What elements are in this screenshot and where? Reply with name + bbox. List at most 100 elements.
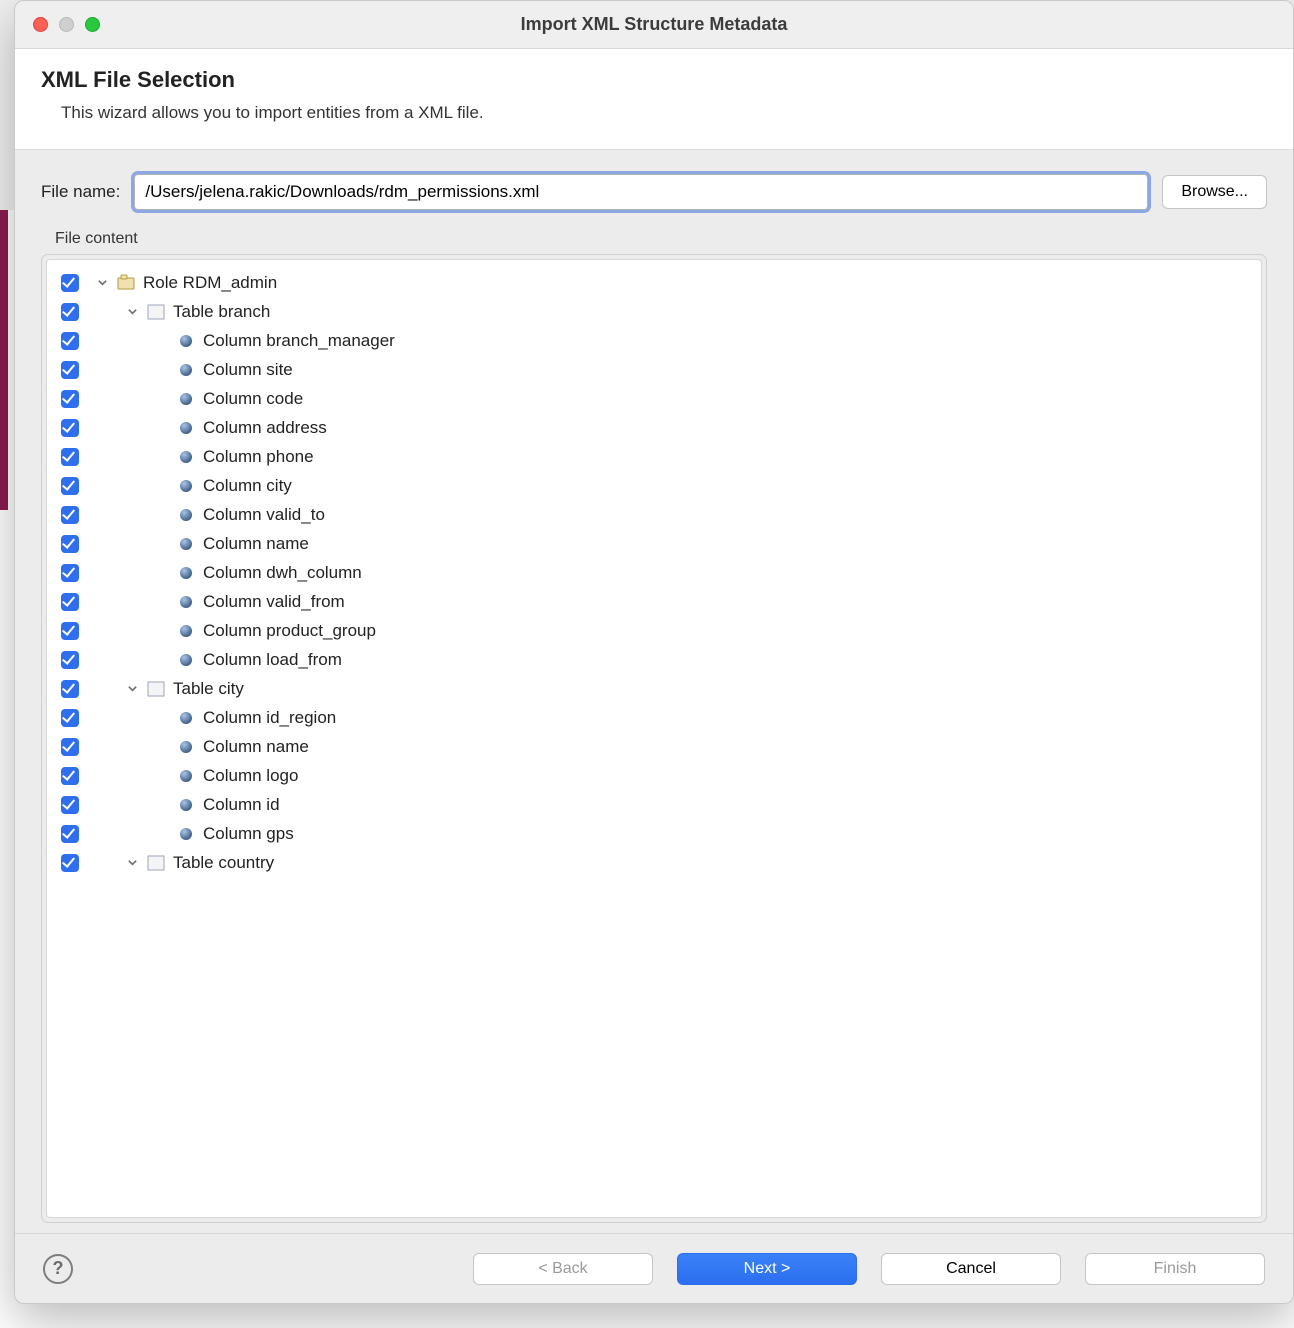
tree-row[interactable]: Column id (57, 790, 1251, 819)
tree-label: Column gps (203, 824, 294, 844)
column-icon (177, 593, 195, 611)
tree-label: Table city (173, 679, 244, 699)
tree-row[interactable]: Column site (57, 355, 1251, 384)
window-controls (33, 17, 100, 32)
tree-row[interactable]: Column address (57, 413, 1251, 442)
help-button[interactable]: ? (43, 1254, 73, 1284)
expander-icon[interactable] (125, 856, 139, 870)
column-icon (177, 825, 195, 843)
file-content-label: File content (55, 230, 1267, 248)
tree-row[interactable]: Column phone (57, 442, 1251, 471)
tree-checkbox[interactable] (61, 332, 79, 350)
tree-label: Column dwh_column (203, 563, 362, 583)
back-button[interactable]: < Back (473, 1253, 653, 1285)
tree-label: Column branch_manager (203, 331, 395, 351)
tree-label: Column code (203, 389, 303, 409)
tree-checkbox[interactable] (61, 593, 79, 611)
expander-placeholder (155, 624, 169, 638)
wizard-description: This wizard allows you to import entitie… (61, 103, 1267, 123)
tree-checkbox[interactable] (61, 796, 79, 814)
expander-placeholder (155, 566, 169, 580)
tree-checkbox[interactable] (61, 361, 79, 379)
tree-row[interactable]: Column id_region (57, 703, 1251, 732)
expander-placeholder (155, 450, 169, 464)
zoom-window-icon[interactable] (85, 17, 100, 32)
tree-label: Column id_region (203, 708, 336, 728)
tree-checkbox[interactable] (61, 303, 79, 321)
tree-label: Table country (173, 853, 274, 873)
tree-row[interactable]: Column load_from (57, 645, 1251, 674)
wizard-body: File name: Browse... File content Role R… (15, 150, 1293, 1233)
browse-button[interactable]: Browse... (1162, 175, 1267, 209)
tree-checkbox[interactable] (61, 680, 79, 698)
tree-checkbox[interactable] (61, 564, 79, 582)
tree-row[interactable]: Column product_group (57, 616, 1251, 645)
tree-row[interactable]: Column dwh_column (57, 558, 1251, 587)
column-icon (177, 361, 195, 379)
tree-checkbox[interactable] (61, 477, 79, 495)
expander-placeholder (155, 363, 169, 377)
tree-checkbox[interactable] (61, 274, 79, 292)
expander-placeholder (155, 827, 169, 841)
cancel-button[interactable]: Cancel (881, 1253, 1061, 1285)
tree-row[interactable]: Column logo (57, 761, 1251, 790)
tree-container: Role RDM_adminTable branch Column branch_… (41, 254, 1267, 1223)
tree-row[interactable]: Column branch_manager (57, 326, 1251, 355)
expander-placeholder (155, 479, 169, 493)
tree-row[interactable]: Table country (57, 848, 1251, 877)
tree-checkbox[interactable] (61, 390, 79, 408)
column-icon (177, 767, 195, 785)
expander-placeholder (155, 798, 169, 812)
expander-icon[interactable] (125, 305, 139, 319)
tree-checkbox[interactable] (61, 738, 79, 756)
tree-row[interactable]: Column name (57, 529, 1251, 558)
tree-row[interactable]: Column gps (57, 819, 1251, 848)
role-icon (117, 274, 135, 292)
titlebar: Import XML Structure Metadata (15, 1, 1293, 49)
tree-label: Column name (203, 534, 309, 554)
tree-row[interactable]: Column code (57, 384, 1251, 413)
tree-checkbox[interactable] (61, 506, 79, 524)
tree-label: Column valid_from (203, 592, 345, 612)
column-icon (177, 506, 195, 524)
tree-checkbox[interactable] (61, 825, 79, 843)
tree-label: Column load_from (203, 650, 342, 670)
expander-icon[interactable] (95, 276, 109, 290)
finish-button[interactable]: Finish (1085, 1253, 1265, 1285)
expander-placeholder (155, 653, 169, 667)
tree-row[interactable]: Column valid_from (57, 587, 1251, 616)
column-icon (177, 738, 195, 756)
tree-row[interactable]: Column city (57, 471, 1251, 500)
expander-placeholder (155, 334, 169, 348)
tree-label: Column id (203, 795, 280, 815)
tree-checkbox[interactable] (61, 767, 79, 785)
tree-checkbox[interactable] (61, 709, 79, 727)
tree-checkbox[interactable] (61, 854, 79, 872)
tree-checkbox[interactable] (61, 419, 79, 437)
expander-icon[interactable] (125, 682, 139, 696)
tree-row[interactable]: Table city (57, 674, 1251, 703)
column-icon (177, 622, 195, 640)
column-icon (177, 390, 195, 408)
tree-row[interactable]: Table branch (57, 297, 1251, 326)
expander-placeholder (155, 740, 169, 754)
tree-checkbox[interactable] (61, 651, 79, 669)
filename-row: File name: Browse... (41, 174, 1267, 210)
tree-row[interactable]: Column valid_to (57, 500, 1251, 529)
filename-label: File name: (41, 182, 120, 202)
import-dialog: Import XML Structure Metadata XML File S… (14, 0, 1294, 1304)
column-icon (177, 564, 195, 582)
tree-row[interactable]: Column name (57, 732, 1251, 761)
tree-checkbox[interactable] (61, 535, 79, 553)
filename-input[interactable] (134, 174, 1148, 210)
expander-placeholder (155, 595, 169, 609)
tree-label: Column name (203, 737, 309, 757)
file-content-tree[interactable]: Role RDM_adminTable branch Column branch_… (46, 259, 1262, 1218)
tree-checkbox[interactable] (61, 622, 79, 640)
expander-placeholder (155, 421, 169, 435)
tree-row[interactable]: Role RDM_admin (57, 268, 1251, 297)
close-window-icon[interactable] (33, 17, 48, 32)
next-button[interactable]: Next > (677, 1253, 857, 1285)
column-icon (177, 651, 195, 669)
tree-checkbox[interactable] (61, 448, 79, 466)
